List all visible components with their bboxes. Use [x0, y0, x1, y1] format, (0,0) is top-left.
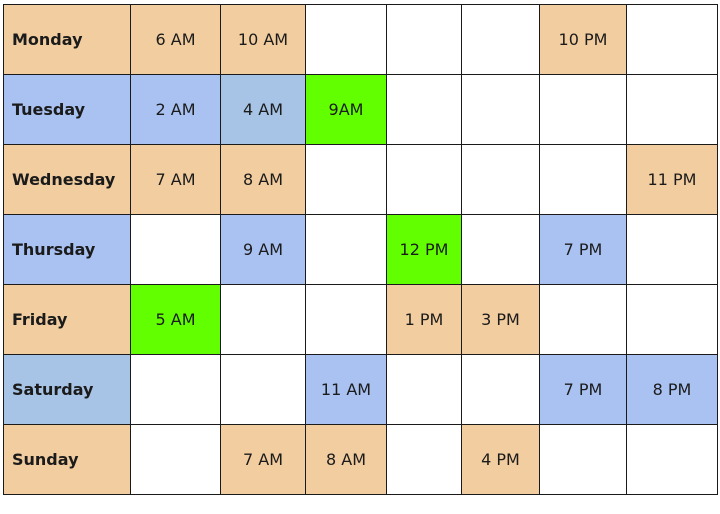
empty-cell [130, 424, 221, 495]
time-slot-cell: 7 AM [130, 144, 221, 215]
schedule-row-saturday: Saturday 11 AM 7 PM 8 PM [3, 354, 718, 425]
schedule-row-tuesday: Tuesday 2 AM 4 AM 9AM [3, 74, 718, 145]
time-slot-cell: 9 AM [220, 214, 306, 285]
empty-cell [130, 214, 221, 285]
time-slot-cell: 4 PM [461, 424, 540, 495]
empty-cell [386, 4, 462, 75]
schedule-row-sunday: Sunday 7 AM 8 AM 4 PM [3, 424, 718, 495]
time-slot-cell: 10 PM [539, 4, 627, 75]
empty-cell [461, 74, 540, 145]
empty-cell [539, 284, 627, 355]
day-label: Monday [3, 4, 131, 75]
empty-cell [386, 354, 462, 425]
empty-cell [305, 284, 387, 355]
time-slot-cell: 1 PM [386, 284, 462, 355]
empty-cell [461, 4, 540, 75]
time-slot-cell: 9AM [305, 74, 387, 145]
empty-cell [386, 144, 462, 215]
empty-cell [539, 144, 627, 215]
time-slot-cell: 10 AM [220, 4, 306, 75]
empty-cell [626, 74, 718, 145]
empty-cell [305, 144, 387, 215]
empty-cell [220, 354, 306, 425]
empty-cell [386, 74, 462, 145]
day-label: Tuesday [3, 74, 131, 145]
schedule-body: Monday 6 AM 10 AM 10 PM Tuesday 2 AM 4 AM 9AM We… [3, 4, 718, 495]
schedule-row-monday: Monday 6 AM 10 AM 10 PM [3, 4, 718, 75]
empty-cell [305, 4, 387, 75]
time-slot-cell: 7 PM [539, 214, 627, 285]
time-slot-cell: 7 PM [539, 354, 627, 425]
empty-cell [461, 354, 540, 425]
empty-cell [461, 144, 540, 215]
empty-cell [386, 424, 462, 495]
empty-cell [626, 284, 718, 355]
empty-cell [626, 214, 718, 285]
day-label: Saturday [3, 354, 131, 425]
weekly-schedule-table: Monday 6 AM 10 AM 10 PM Tuesday 2 AM 4 AM 9AM We… [3, 4, 718, 495]
schedule-row-thursday: Thursday 9 AM 12 PM 7 PM [3, 214, 718, 285]
time-slot-cell: 6 AM [130, 4, 221, 75]
empty-cell [539, 424, 627, 495]
empty-cell [539, 74, 627, 145]
empty-cell [130, 354, 221, 425]
time-slot-cell: 7 AM [220, 424, 306, 495]
empty-cell [461, 214, 540, 285]
empty-cell [305, 214, 387, 285]
time-slot-cell: 12 PM [386, 214, 462, 285]
day-label: Sunday [3, 424, 131, 495]
empty-cell [220, 284, 306, 355]
time-slot-cell: 3 PM [461, 284, 540, 355]
schedule-row-wednesday: Wednesday 7 AM 8 AM 11 PM [3, 144, 718, 215]
time-slot-cell: 8 AM [220, 144, 306, 215]
empty-cell [626, 424, 718, 495]
time-slot-cell: 11 PM [626, 144, 718, 215]
time-slot-cell: 8 AM [305, 424, 387, 495]
day-label: Friday [3, 284, 131, 355]
day-label: Thursday [3, 214, 131, 285]
time-slot-cell: 4 AM [220, 74, 306, 145]
empty-cell [626, 4, 718, 75]
time-slot-cell: 8 PM [626, 354, 718, 425]
time-slot-cell: 5 AM [130, 284, 221, 355]
time-slot-cell: 11 AM [305, 354, 387, 425]
schedule-row-friday: Friday 5 AM 1 PM 3 PM [3, 284, 718, 355]
day-label: Wednesday [3, 144, 131, 215]
time-slot-cell: 2 AM [130, 74, 221, 145]
